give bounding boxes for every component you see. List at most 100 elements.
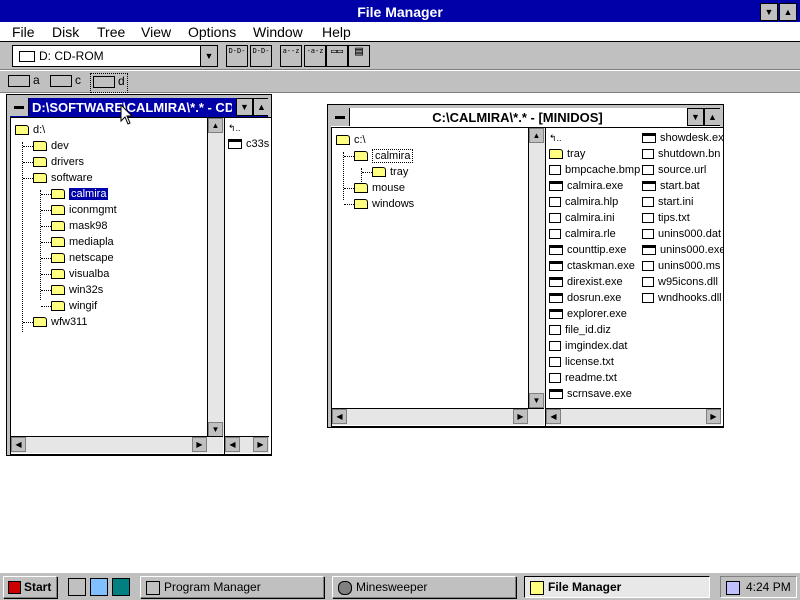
minimize-button[interactable]: ▼	[760, 3, 778, 21]
tree-item[interactable]: calmira	[344, 148, 414, 164]
scroll-right-icon[interactable]: ▶	[192, 437, 207, 452]
file-item[interactable]: w95icons.dll	[642, 274, 718, 290]
tree-item[interactable]: dev	[23, 138, 69, 154]
file-item[interactable]: wndhooks.dll	[642, 290, 722, 306]
file-item[interactable]: counttip.exe	[549, 242, 626, 258]
left-window-title-bar[interactable]: ▬ D:\SOFTWARE\CALMIRA\*.* - CD ▼ ▲	[10, 98, 268, 118]
left-directory-window[interactable]: ▬ D:\SOFTWARE\CALMIRA\*.* - CD ▼ ▲ d:\ de…	[6, 94, 272, 456]
scroll-down-icon[interactable]: ▼	[529, 393, 544, 408]
menu-file[interactable]: File	[12, 24, 35, 40]
tree-item[interactable]: mediapla	[41, 234, 114, 250]
scroll-up-icon[interactable]: ▲	[208, 118, 223, 133]
printer-icon[interactable]	[68, 578, 86, 596]
tree-item[interactable]: c:\	[336, 132, 366, 148]
task-minesweeper[interactable]: Minesweeper	[332, 576, 516, 598]
file-item[interactable]: calmira.rle	[549, 226, 616, 242]
scroll-left-icon[interactable]: ◀	[546, 409, 561, 424]
right-window-title-bar[interactable]: ▬ C:\CALMIRA\*.* - [MINIDOS] ▼ ▲	[331, 108, 720, 128]
right-file-pane[interactable]: ↰.. tray bmpcache.bmp calmira.exe calmira.hl…	[545, 127, 724, 427]
drive-d[interactable]: d	[90, 73, 128, 93]
task-file-manager[interactable]: File Manager	[524, 576, 710, 598]
file-item[interactable]: unins000.exe	[642, 242, 723, 258]
right-tree-pane[interactable]: c:\ calmira tray mouse windows ▲ ▼ ◀ ▶	[331, 127, 547, 427]
tree-item[interactable]: drivers	[23, 154, 84, 170]
tree-item[interactable]: wingif	[41, 298, 97, 314]
view-tree-only-button[interactable]: D-D-	[226, 45, 248, 67]
menu-disk[interactable]: Disk	[52, 24, 79, 40]
menu-tree[interactable]: Tree	[97, 24, 125, 40]
scroll-right-icon[interactable]: ▶	[706, 409, 721, 424]
scroll-left-icon[interactable]: ◀	[225, 437, 240, 452]
right-window-minimize[interactable]: ▼	[687, 108, 704, 126]
tree-item[interactable]: mask98	[41, 218, 108, 234]
tree-item[interactable]: netscape	[41, 250, 114, 266]
file-item[interactable]: license.txt	[549, 354, 614, 370]
file-item[interactable]: explorer.exe	[549, 306, 627, 322]
left-tree-pane[interactable]: d:\ dev drivers software calmira iconmgmt mask…	[10, 117, 226, 455]
tree-item[interactable]: mouse	[344, 180, 405, 196]
file-item[interactable]: source.url	[642, 162, 706, 178]
chevron-down-icon[interactable]: ▼	[200, 46, 217, 66]
task-program-manager[interactable]: Program Manager	[140, 576, 324, 598]
file-item[interactable]: ↰..	[228, 120, 245, 136]
menu-help[interactable]: Help	[322, 24, 351, 40]
sort-by-name-button[interactable]: a--z	[280, 45, 302, 67]
right-files-hscrollbar[interactable]: ◀ ▶	[546, 408, 721, 425]
window-menu-icon[interactable]: ▬	[331, 108, 350, 126]
file-item[interactable]: unins000.ms	[642, 258, 720, 274]
tree-item[interactable]: tray	[362, 164, 408, 180]
tree-item[interactable]: visualba	[41, 266, 109, 282]
file-item[interactable]: showdesk.ex	[642, 130, 723, 146]
menu-window[interactable]: Window	[253, 24, 303, 40]
tree-item[interactable]: software	[23, 170, 93, 186]
file-item[interactable]: ctaskman.exe	[549, 258, 635, 274]
menu-options[interactable]: Options	[188, 24, 236, 40]
drive-select[interactable]: D: CD-ROM ▼	[12, 45, 218, 67]
file-item[interactable]: shutdown.bn	[642, 146, 720, 162]
maximize-button[interactable]: ▲	[779, 3, 797, 21]
file-item[interactable]: unins000.dat	[642, 226, 721, 242]
file-item[interactable]: calmira.ini	[549, 210, 615, 226]
properties-button[interactable]: ▤	[348, 45, 370, 67]
scroll-down-icon[interactable]: ▼	[208, 422, 223, 437]
right-tree-hscrollbar[interactable]: ◀ ▶	[332, 408, 544, 425]
left-files-hscrollbar[interactable]: ◀ ▶	[225, 436, 269, 453]
menu-view[interactable]: View	[141, 24, 171, 40]
file-item[interactable]: imgindex.dat	[549, 338, 627, 354]
file-item[interactable]: calmira.exe	[549, 178, 623, 194]
file-item[interactable]: c33s	[228, 136, 269, 152]
left-window-minimize[interactable]: ▼	[236, 98, 253, 116]
start-button[interactable]: Start	[3, 576, 57, 598]
file-item[interactable]: tips.txt	[642, 210, 690, 226]
file-item[interactable]: scrnsave.exe	[549, 386, 632, 402]
file-item[interactable]: bmpcache.bmp	[549, 162, 640, 178]
scroll-left-icon[interactable]: ◀	[332, 409, 347, 424]
right-directory-window[interactable]: ▬ C:\CALMIRA\*.* - [MINIDOS] ▼ ▲ c:\ calm…	[327, 104, 724, 428]
left-file-pane[interactable]: ↰.. c33s ◀ ▶	[224, 117, 272, 455]
left-tree-hscrollbar[interactable]: ◀ ▶	[11, 436, 223, 453]
file-item[interactable]: readme.txt	[549, 370, 617, 386]
left-window-maximize[interactable]: ▲	[253, 98, 268, 116]
view-tree-dir-button[interactable]: D-D-	[250, 45, 272, 67]
scroll-left-icon[interactable]: ◀	[11, 437, 26, 452]
tree-item[interactable]: windows	[344, 196, 414, 212]
tree-item[interactable]: calmira	[41, 186, 109, 202]
sort-by-type-button[interactable]: -a-z	[304, 45, 326, 67]
tree-item[interactable]: wfw311	[23, 314, 87, 330]
network-icon[interactable]	[112, 578, 130, 596]
tree-item[interactable]: iconmgmt	[41, 202, 117, 218]
scroll-up-icon[interactable]: ▲	[529, 128, 544, 143]
right-window-maximize[interactable]: ▲	[704, 108, 720, 126]
tree-item[interactable]: d:\	[15, 122, 45, 138]
drive-c[interactable]: c	[50, 73, 81, 91]
app-title-bar[interactable]: File Manager ▼ ▲	[0, 0, 800, 24]
volume-icon[interactable]	[726, 580, 740, 595]
scroll-right-icon[interactable]: ▶	[253, 437, 268, 452]
file-item[interactable]: ↰..	[549, 130, 566, 146]
scroll-right-icon[interactable]: ▶	[513, 409, 528, 424]
file-item[interactable]: start.ini	[642, 194, 693, 210]
drive-a[interactable]: a	[8, 73, 40, 91]
window-menu-icon[interactable]: ▬	[10, 98, 29, 116]
file-item[interactable]: file_id.diz	[549, 322, 611, 338]
right-tree-vscrollbar[interactable]: ▲ ▼	[528, 128, 545, 408]
